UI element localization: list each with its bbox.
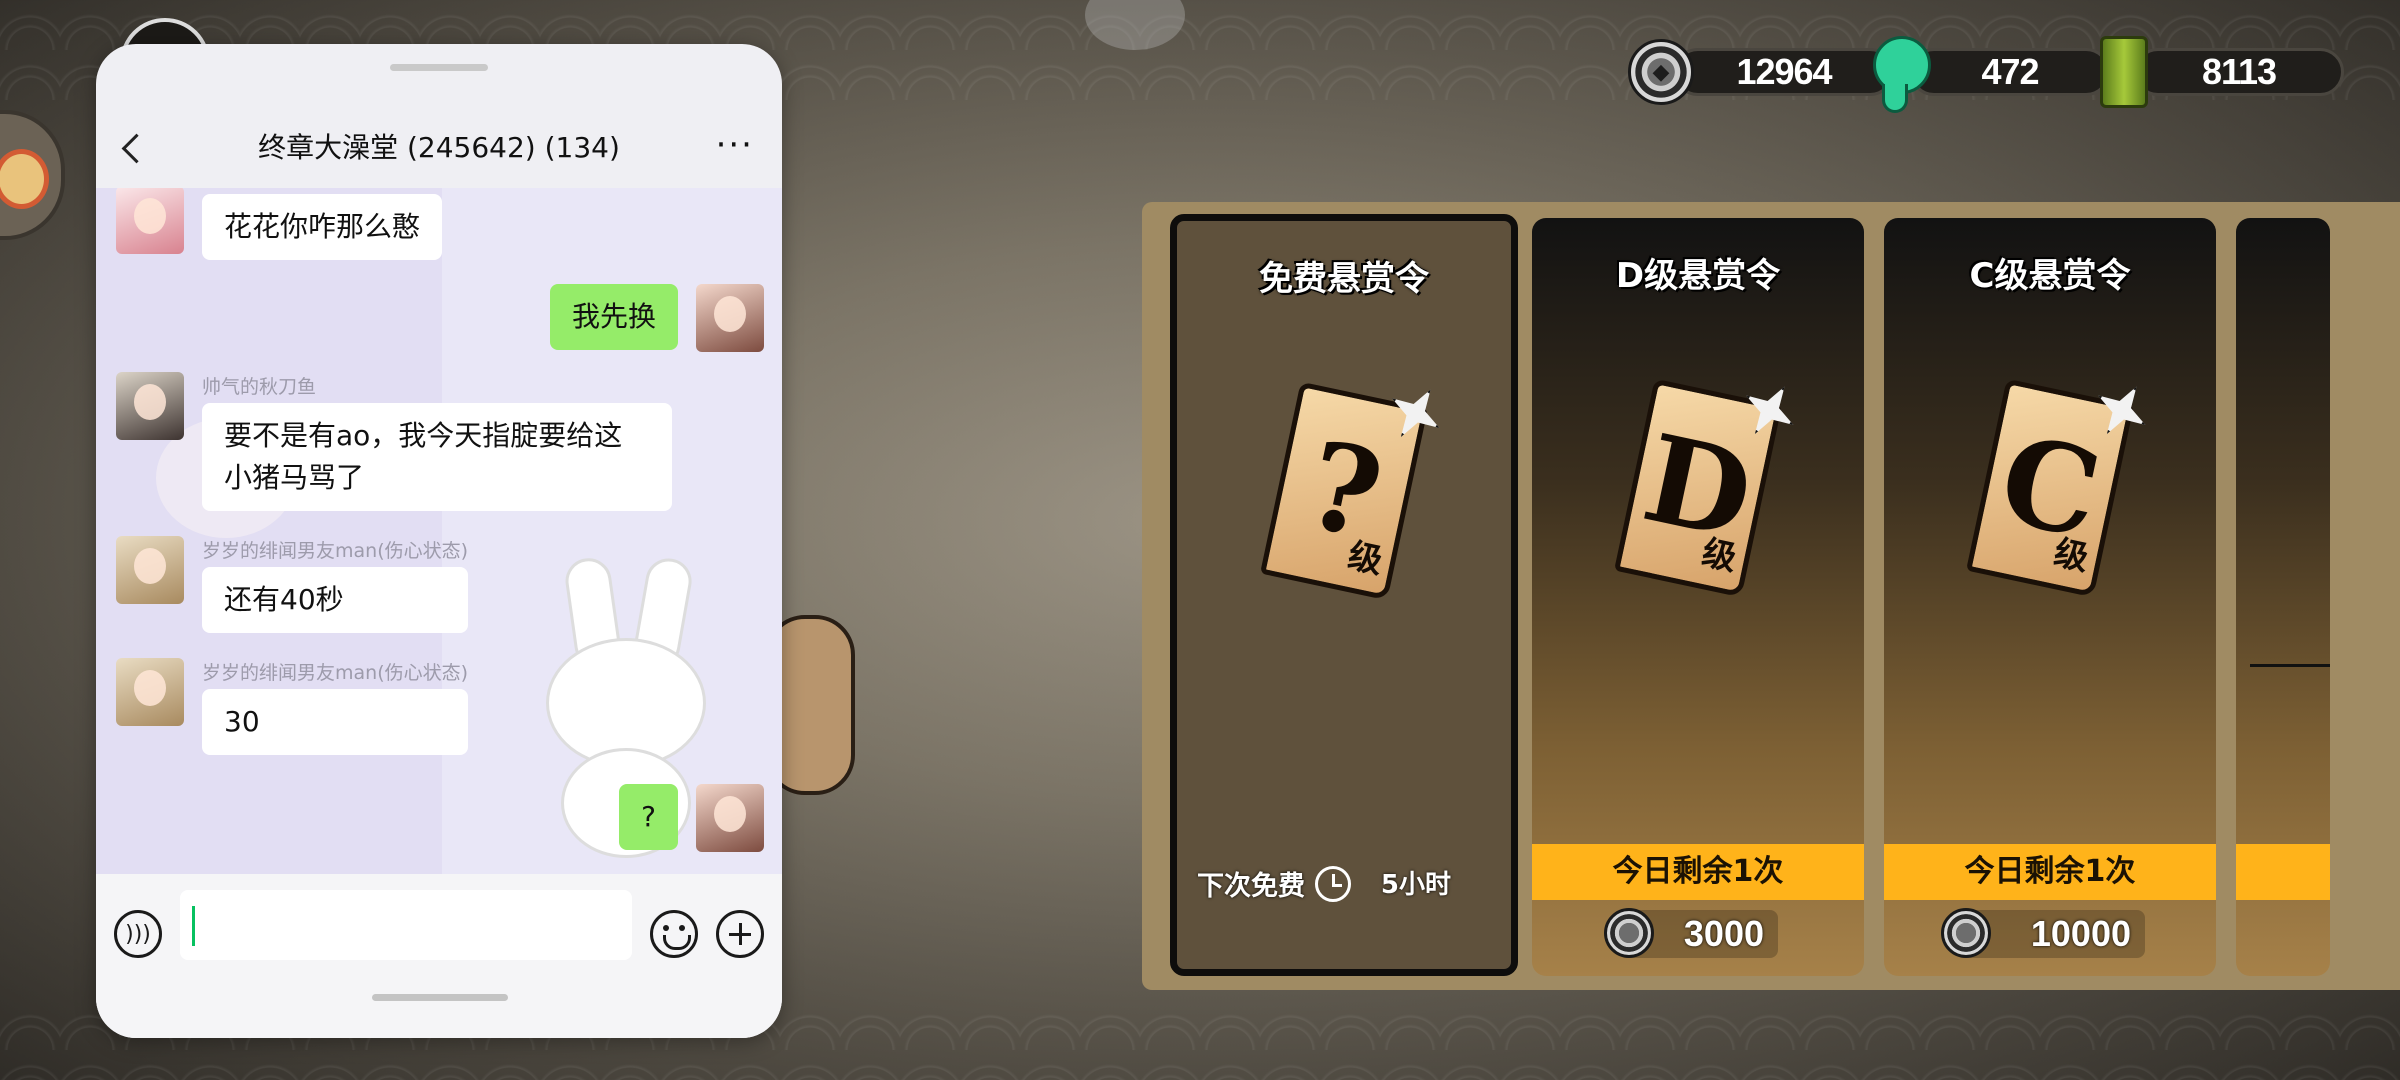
next-free-text: 下次免费 — [1197, 871, 1305, 902]
coin-icon — [1604, 908, 1654, 958]
message-item: 帅气的秋刀鱼 要不是有ao，我今天指腚要给这小猪马骂了 — [116, 372, 672, 511]
avatar[interactable] — [696, 284, 764, 352]
divider — [2250, 664, 2330, 667]
currency-scroll: 8113 — [2100, 36, 2344, 108]
c-grade-bounty-card[interactable]: C级悬赏令 C 级 今日剩余1次 10000 — [1884, 218, 2216, 976]
message-item: 岁岁的绯闻男友man(伤心状态) 还有40秒 — [116, 536, 469, 633]
jade-amount: 472 — [1910, 48, 2110, 96]
currency-coins: 12964 — [1628, 39, 1894, 105]
home-indicator[interactable] — [372, 994, 508, 1001]
clock-icon — [1315, 865, 1351, 902]
chat-messages[interactable]: 花花你咋那么憨 我先换 帅气的秋刀鱼 要不是有ao，我今天指腚要给这小猪马骂了 … — [96, 188, 782, 874]
ticket-mark: D — [1632, 407, 1764, 568]
avatar[interactable] — [696, 784, 764, 852]
card-title: 免费悬赏令 — [1259, 259, 1429, 299]
remaining-badge-partial — [2236, 844, 2330, 900]
chat-window: 终章大澡堂 (245642) (134) ··· 花花你咋那么憨 我先换 帅气的… — [96, 44, 782, 1038]
chat-header: 终章大澡堂 (245642) (134) ··· — [96, 104, 782, 188]
bounty-ticket-icon: ? 级 — [1260, 382, 1428, 601]
remaining-badge: 今日剩余1次 — [1532, 844, 1864, 900]
bounty-ticket-icon: D 级 — [1614, 379, 1782, 598]
window-drag-handle[interactable] — [390, 64, 488, 71]
message-input[interactable] — [180, 890, 632, 960]
price-button[interactable]: 3000 — [1604, 908, 1778, 958]
message-bubble[interactable]: 30 — [202, 689, 469, 755]
emoji-icon[interactable] — [650, 910, 698, 958]
message-item: 我先换 — [549, 284, 764, 352]
scroll-amount: 8113 — [2134, 48, 2344, 96]
voice-icon[interactable]: ))) — [114, 910, 162, 958]
price-button[interactable]: 10000 — [1941, 908, 2145, 958]
currency-jade: 472 — [1868, 36, 2110, 113]
avatar[interactable] — [116, 372, 184, 440]
card-title: D级悬赏令 — [1615, 256, 1781, 296]
price-value: 10000 — [2030, 913, 2131, 954]
partial-bounty-card[interactable] — [2236, 218, 2330, 976]
message-bubble[interactable]: 花花你咋那么憨 — [202, 194, 443, 260]
chat-background — [96, 188, 442, 874]
side-avatar-button[interactable] — [0, 110, 65, 240]
text-cursor — [192, 906, 195, 946]
next-free-label: 下次免费 — [1197, 864, 1351, 903]
chat-input-bar: ))) — [96, 874, 782, 1038]
coin-icon — [1941, 908, 1991, 958]
sender-name: 岁岁的绯闻男友man(伤心状态) — [202, 662, 469, 684]
avatar[interactable] — [116, 536, 184, 604]
free-bounty-card[interactable]: 免费悬赏令 ? 级 下次免费 5小时 — [1170, 214, 1518, 976]
message-bubble[interactable]: 要不是有ao，我今天指腚要给这小猪马骂了 — [202, 403, 672, 511]
price-value: 3000 — [1683, 913, 1764, 954]
bounty-ticket-icon: C 级 — [1966, 379, 2134, 598]
coin-amount: 12964 — [1674, 48, 1894, 96]
message-item: 岁岁的绯闻男友man(伤心状态) 30 — [116, 658, 469, 755]
avatar[interactable] — [116, 188, 184, 254]
remaining-badge: 今日剩余1次 — [1884, 844, 2216, 900]
more-icon[interactable]: ··· — [716, 128, 754, 162]
sender-name: 岁岁的绯闻男友man(伤心状态) — [202, 540, 469, 562]
sender-name: 帅气的秋刀鱼 — [202, 376, 317, 398]
avatar[interactable] — [116, 658, 184, 726]
next-free-time: 5小时 — [1380, 870, 1451, 900]
d-grade-bounty-card[interactable]: D级悬赏令 D 级 今日剩余1次 3000 — [1532, 218, 1864, 976]
message-bubble[interactable]: 我先换 — [549, 284, 678, 350]
coin-icon — [1628, 39, 1694, 105]
card-title: C级悬赏令 — [1969, 256, 2131, 296]
scroll-icon — [2100, 36, 2148, 108]
back-icon[interactable] — [116, 128, 156, 168]
message-bubble[interactable]: ? — [619, 784, 678, 850]
chat-title: 终章大澡堂 (245642) (134) — [258, 131, 620, 164]
message-item: ? — [619, 784, 764, 852]
jade-icon — [1868, 36, 1931, 113]
plus-icon[interactable] — [716, 910, 764, 958]
message-bubble[interactable]: 还有40秒 — [202, 567, 469, 633]
message-item: 花花你咋那么憨 — [116, 188, 443, 260]
